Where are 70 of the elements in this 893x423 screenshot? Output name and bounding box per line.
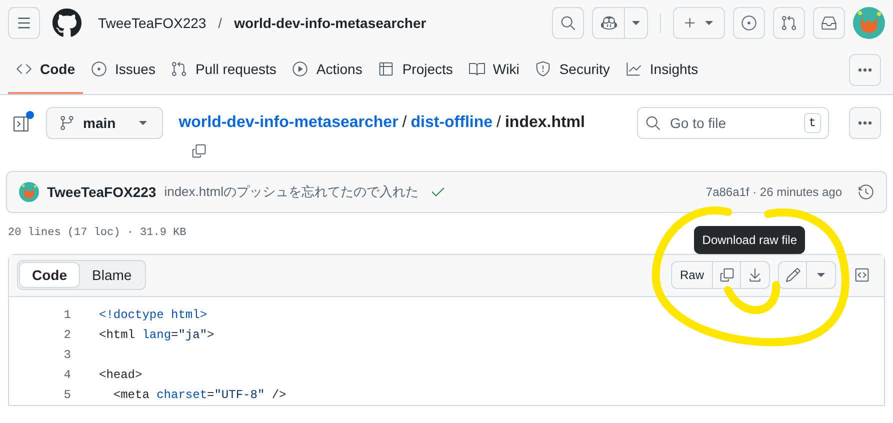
repo-name-link[interactable]: world-dev-info-metasearcher: [234, 12, 426, 34]
actions-icon: [292, 61, 308, 77]
more-options-button[interactable]: [849, 107, 881, 139]
menu-button[interactable]: [8, 7, 40, 39]
avatar: [853, 7, 885, 39]
robot-icon: [600, 15, 616, 31]
copilot-button[interactable]: [592, 7, 648, 39]
shortcut-key: t: [804, 113, 821, 133]
path-separator: /: [218, 14, 222, 32]
pull-requests-button[interactable]: [773, 7, 805, 39]
pulls-icon: [171, 61, 188, 77]
code-line: <head>: [99, 366, 142, 384]
branch-icon: [59, 115, 75, 131]
github-logo-icon[interactable]: [52, 8, 82, 38]
repo-tab[interactable]: Wiki: [460, 46, 528, 94]
avatar: [19, 182, 39, 202]
create-new-button[interactable]: [673, 7, 725, 39]
tooltip: Download raw file: [694, 226, 805, 254]
commit-meta[interactable]: 7a86a1f · 26 minutes ago: [706, 183, 842, 201]
repo-owner-link[interactable]: TweeTeaFOX223: [98, 12, 206, 34]
menu-icon: [16, 15, 32, 31]
breadcrumb-link[interactable]: dist-offline: [410, 111, 493, 135]
line-number: 3: [62, 346, 71, 364]
repo-tab[interactable]: Projects: [370, 46, 461, 94]
repo-tab[interactable]: Pull requests: [163, 46, 284, 94]
line-number: 1: [62, 306, 71, 324]
pull-request-icon: [781, 15, 797, 31]
pencil-icon: [784, 267, 800, 283]
projects-icon: [378, 61, 394, 77]
code-icon: [16, 61, 32, 77]
code-icon: [854, 267, 870, 283]
line-number: 2: [62, 326, 71, 344]
breadcrumb-separator: /: [496, 113, 501, 133]
ellipsis-icon: [858, 68, 872, 72]
repo-tab[interactable]: Issues: [83, 46, 164, 94]
download-icon: [747, 267, 763, 283]
line-number: 4: [62, 366, 71, 384]
history-icon[interactable]: [858, 184, 874, 200]
more-button[interactable]: [849, 54, 881, 86]
breadcrumb-link[interactable]: world-dev-info-metasearcher: [178, 111, 398, 135]
code-line: <html lang="ja">: [99, 326, 214, 344]
commit-author[interactable]: TweeTeaFOX223: [47, 182, 156, 202]
issues-icon: [91, 61, 107, 77]
code-line: <meta charset="UTF-8" />: [112, 386, 286, 404]
security-icon: [535, 61, 552, 77]
code-line: <!doctype html>: [99, 306, 208, 324]
view-tab[interactable]: Code: [19, 262, 80, 288]
repo-tab[interactable]: Actions: [284, 46, 370, 94]
breadcrumb-separator: /: [402, 113, 407, 133]
issues-button[interactable]: [733, 7, 765, 39]
file-info: 20 lines (17 loc) · 31.9 KB: [8, 226, 186, 241]
view-tab[interactable]: Blame: [80, 262, 144, 288]
ellipsis-icon: [858, 121, 872, 125]
repo-tab[interactable]: Code: [8, 46, 83, 94]
branch-selector[interactable]: main: [46, 107, 163, 139]
line-number: 5: [62, 386, 71, 404]
search-icon: [645, 115, 661, 131]
repo-tab[interactable]: Security: [527, 46, 618, 94]
repo-tab[interactable]: Insights: [618, 46, 706, 94]
wiki-icon: [468, 61, 485, 77]
insights-icon: [626, 61, 642, 77]
issue-icon: [741, 15, 757, 31]
commit-message[interactable]: index.htmlのプッシュを忘れてたので入れた: [164, 182, 418, 202]
copy-icon: [718, 267, 734, 283]
search-button[interactable]: [552, 7, 584, 39]
inbox-button[interactable]: [813, 7, 845, 39]
inbox-icon: [821, 15, 837, 31]
search-icon: [560, 15, 576, 31]
copy-path-icon[interactable]: [190, 143, 207, 159]
current-file-name: index.html: [504, 113, 585, 133]
